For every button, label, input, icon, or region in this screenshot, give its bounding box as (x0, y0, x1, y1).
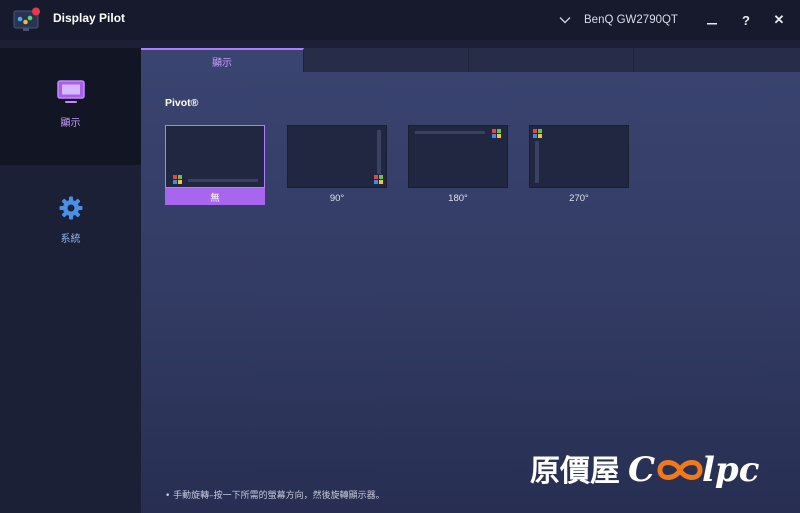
sidebar-item-label: 顯示 (60, 118, 81, 129)
tab-3[interactable] (469, 48, 634, 72)
sidebar-item-display[interactable]: 顯示 (0, 48, 141, 165)
svg-text:lpc: lpc (702, 450, 760, 490)
monitor-selector[interactable]: BenQ GW2790QT (558, 10, 678, 30)
sidebar: 顯示 系統 (0, 48, 141, 513)
help-button[interactable]: ? (734, 8, 758, 32)
minimize-icon (707, 23, 717, 25)
monitor-name: BenQ GW2790QT (584, 14, 678, 26)
svg-text:C: C (628, 450, 655, 490)
tab-bar: 顯示 (141, 48, 800, 72)
title-bar: Display Pilot BenQ GW2790QT ? ✕ (0, 0, 800, 40)
sidebar-item-label: 系統 (60, 234, 81, 245)
gear-icon (59, 196, 82, 220)
pivot-preview (287, 125, 387, 188)
monitor-icon (56, 80, 85, 103)
pivot-option-label: 90° (329, 193, 345, 204)
svg-text:原價屋: 原價屋 (530, 454, 620, 489)
pivot-option-label: 270° (569, 193, 589, 204)
sidebar-item-system[interactable]: 系統 (0, 196, 141, 266)
app-title: Display Pilot (53, 11, 126, 25)
pivot-preview (529, 125, 629, 188)
display-pilot-logo-icon (13, 7, 40, 31)
section-title: Pivot® (165, 97, 199, 109)
pivot-option-90[interactable]: 90° (287, 125, 387, 207)
tab-4[interactable] (634, 48, 800, 72)
pivot-preview (165, 125, 265, 188)
pivot-option-180[interactable]: 180° (408, 125, 508, 207)
pivot-option-label: 無 (165, 188, 265, 205)
taskbar (377, 130, 381, 174)
tab-display[interactable]: 顯示 (141, 48, 304, 72)
pivot-option-label: 180° (448, 193, 468, 204)
windows-logo-icon (374, 175, 383, 184)
pivot-option-none[interactable]: 無 (165, 125, 265, 205)
taskbar (535, 141, 539, 183)
minimize-button[interactable] (700, 8, 724, 32)
pivot-option-270[interactable]: 270° (529, 125, 629, 207)
taskbar (188, 179, 258, 182)
close-button[interactable]: ✕ (767, 8, 791, 32)
chevron-down-icon (559, 17, 571, 24)
tab-2[interactable] (304, 48, 469, 72)
hint-text: • 手動旋轉–按一下所需的螢幕方向，然後旋轉顯示器。 (165, 491, 385, 501)
coolpc-watermark-logo: 原價屋 C lpc (530, 450, 760, 490)
pivot-preview (408, 125, 508, 188)
taskbar (415, 131, 485, 134)
windows-logo-icon (492, 129, 501, 138)
windows-logo-icon (533, 129, 542, 138)
windows-logo-icon (173, 175, 182, 184)
